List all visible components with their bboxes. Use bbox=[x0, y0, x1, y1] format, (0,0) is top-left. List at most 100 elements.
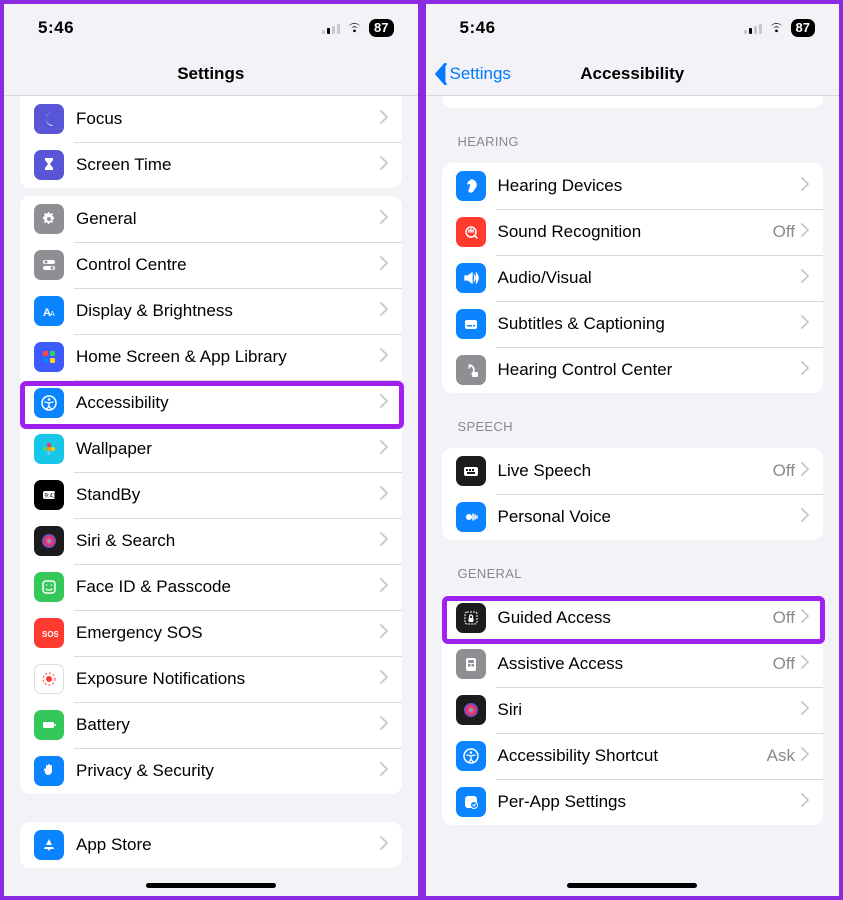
battery-indicator: 87 bbox=[369, 19, 393, 38]
chevron-right-icon bbox=[801, 315, 809, 334]
chevron-right-icon bbox=[380, 670, 388, 689]
row-label: Emergency SOS bbox=[76, 623, 380, 643]
row-label: Siri & Search bbox=[76, 531, 380, 551]
section-header: GENERAL bbox=[426, 548, 840, 587]
exposure-icon bbox=[34, 664, 64, 694]
section-header: SPEECH bbox=[426, 401, 840, 440]
row-label: Focus bbox=[76, 109, 380, 129]
chevron-right-icon bbox=[801, 361, 809, 380]
row-wallpaper[interactable]: Wallpaper bbox=[20, 426, 402, 472]
chevron-right-icon bbox=[801, 223, 809, 242]
chevron-right-icon bbox=[380, 210, 388, 229]
perapp-icon bbox=[456, 787, 486, 817]
chevron-right-icon bbox=[380, 624, 388, 643]
hand-icon bbox=[34, 756, 64, 786]
row-detail: Off bbox=[773, 608, 795, 628]
siri-icon bbox=[456, 695, 486, 725]
siri-icon bbox=[34, 526, 64, 556]
chevron-right-icon bbox=[801, 793, 809, 812]
row-label: General bbox=[76, 209, 380, 229]
row-home-screen-app-library[interactable]: Home Screen & App Library bbox=[20, 334, 402, 380]
row-siri[interactable]: Siri bbox=[442, 687, 824, 733]
row-control-centre[interactable]: Control Centre bbox=[20, 242, 402, 288]
chevron-right-icon bbox=[801, 508, 809, 527]
row-label: StandBy bbox=[76, 485, 380, 505]
row-hearing-control-center[interactable]: Hearing Control Center bbox=[442, 347, 824, 393]
row-label: App Store bbox=[76, 835, 380, 855]
row-label: Subtitles & Captioning bbox=[498, 314, 802, 334]
chevron-right-icon bbox=[801, 701, 809, 720]
row-hearing-devices[interactable]: Hearing Devices bbox=[442, 163, 824, 209]
soundrec-icon bbox=[456, 217, 486, 247]
status-time: 5:46 bbox=[460, 18, 496, 38]
row-screen-time[interactable]: Screen Time bbox=[20, 142, 402, 188]
row-accessibility[interactable]: Accessibility bbox=[20, 380, 402, 426]
chevron-right-icon bbox=[380, 532, 388, 551]
chevron-right-icon bbox=[801, 177, 809, 196]
row-focus[interactable]: Focus bbox=[20, 96, 402, 142]
chevron-right-icon bbox=[380, 256, 388, 275]
row-face-id-passcode[interactable]: Face ID & Passcode bbox=[20, 564, 402, 610]
row-accessibility-shortcut[interactable]: Accessibility Shortcut Ask bbox=[442, 733, 824, 779]
chevron-right-icon bbox=[801, 269, 809, 288]
wifi-icon bbox=[768, 21, 785, 34]
row-label: Display & Brightness bbox=[76, 301, 380, 321]
chevron-right-icon bbox=[380, 394, 388, 413]
row-audio-visual[interactable]: Audio/Visual bbox=[442, 255, 824, 301]
accessibility-list[interactable]: HEARING Hearing Devices Sound Recognitio… bbox=[426, 96, 840, 896]
accessibility-icon bbox=[456, 741, 486, 771]
keyboard-icon bbox=[456, 456, 486, 486]
assist-icon bbox=[456, 649, 486, 679]
faceid-icon bbox=[34, 572, 64, 602]
row-emergency-sos[interactable]: SOS Emergency SOS bbox=[20, 610, 402, 656]
signal-icon bbox=[744, 22, 762, 34]
row-live-speech[interactable]: Live Speech Off bbox=[442, 448, 824, 494]
ear-icon bbox=[456, 171, 486, 201]
row-app-store[interactable]: App Store bbox=[20, 822, 402, 868]
back-label: Settings bbox=[450, 64, 511, 84]
row-privacy-security[interactable]: Privacy & Security bbox=[20, 748, 402, 794]
row-subtitles-captioning[interactable]: Subtitles & Captioning bbox=[442, 301, 824, 347]
chevron-right-icon bbox=[380, 836, 388, 855]
row-label: Audio/Visual bbox=[498, 268, 802, 288]
home-indicator[interactable] bbox=[146, 883, 276, 888]
row-exposure-notifications[interactable]: Exposure Notifications bbox=[20, 656, 402, 702]
subtitle-icon bbox=[456, 309, 486, 339]
row-assistive-access[interactable]: Assistive Access Off bbox=[442, 641, 824, 687]
back-button[interactable]: Settings bbox=[434, 63, 511, 85]
row-detail: Off bbox=[773, 222, 795, 242]
row-label: Personal Voice bbox=[498, 507, 802, 527]
row-label: Accessibility Shortcut bbox=[498, 746, 767, 766]
row-per-app-settings[interactable]: Per-App Settings bbox=[442, 779, 824, 825]
row-battery[interactable]: Battery bbox=[20, 702, 402, 748]
row-sound-recognition[interactable]: Sound Recognition Off bbox=[442, 209, 824, 255]
settings-list[interactable]: Focus Screen Time General Control Centre… bbox=[4, 96, 418, 896]
accessibility-nav-bar: Settings Accessibility bbox=[426, 52, 840, 96]
row-detail: Off bbox=[773, 654, 795, 674]
chevron-right-icon bbox=[380, 486, 388, 505]
status-indicators: 87 bbox=[322, 19, 393, 38]
right-phone: 5:46 87 Settings Accessibility HEARING H… bbox=[422, 0, 843, 900]
appstore-icon bbox=[34, 830, 64, 860]
row-siri-search[interactable]: Siri & Search bbox=[20, 518, 402, 564]
sos-icon: SOS bbox=[34, 618, 64, 648]
row-standby[interactable]: 9:41 StandBy bbox=[20, 472, 402, 518]
status-bar: 5:46 87 bbox=[426, 4, 840, 52]
row-display-brightness[interactable]: AA Display & Brightness bbox=[20, 288, 402, 334]
row-label: Sound Recognition bbox=[498, 222, 773, 242]
chevron-left-icon bbox=[434, 63, 448, 85]
row-personal-voice[interactable]: Personal Voice bbox=[442, 494, 824, 540]
flower-icon bbox=[34, 434, 64, 464]
chevron-right-icon bbox=[801, 655, 809, 674]
row-guided-access[interactable]: Guided Access Off bbox=[442, 595, 824, 641]
row-label: Live Speech bbox=[498, 461, 773, 481]
row-general[interactable]: General bbox=[20, 196, 402, 242]
page-title: Accessibility bbox=[580, 64, 684, 84]
switches-icon bbox=[34, 250, 64, 280]
chevron-right-icon bbox=[801, 747, 809, 766]
battery-icon bbox=[34, 710, 64, 740]
chevron-right-icon bbox=[380, 348, 388, 367]
lock-icon bbox=[456, 603, 486, 633]
home-indicator[interactable] bbox=[567, 883, 697, 888]
moon-icon bbox=[34, 104, 64, 134]
